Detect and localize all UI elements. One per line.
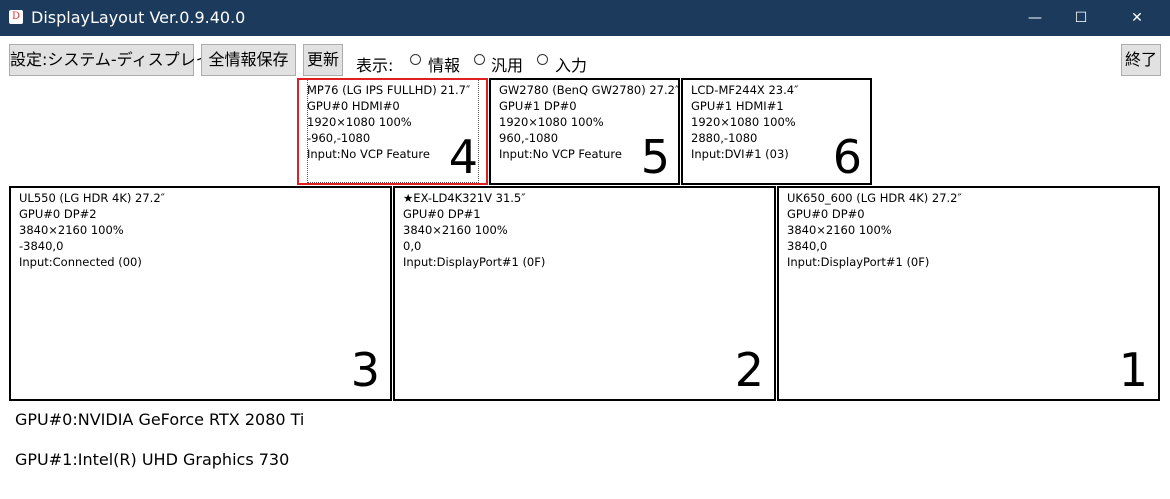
monitor-3[interactable]: UL550 (LG HDR 4K) 27.2″ GPU#0 DP#2 3840×… — [9, 186, 392, 401]
monitor-position: -3840,0 — [19, 239, 64, 253]
monitor-gpu: GPU#0 DP#1 — [403, 207, 481, 221]
window-title: DisplayLayout Ver.0.9.40.0 — [31, 8, 246, 27]
monitor-resolution: 1920×1080 100% — [307, 115, 412, 129]
monitor-4[interactable]: MP76 (LG IPS FULLHD) 21.7″ GPU#0 HDMI#0 … — [297, 78, 488, 185]
monitor-position: -960,-1080 — [307, 131, 371, 145]
save-all-button[interactable]: 全情報保存 — [201, 44, 296, 76]
radio-input-label[interactable]: 入力 — [555, 52, 587, 76]
monitor-resolution: 3840×2160 100% — [403, 223, 508, 237]
monitor-name: UL550 (LG HDR 4K) 27.2″ — [19, 191, 165, 205]
monitor-number: 3 — [350, 343, 380, 397]
monitor-name: LCD-MF244X 23.4″ — [691, 83, 799, 97]
monitor-name: MP76 (LG IPS FULLHD) 21.7″ — [307, 83, 471, 97]
monitor-number: 4 — [448, 130, 478, 184]
close-button[interactable]: ✕ — [1114, 0, 1160, 36]
app-icon: D — [9, 10, 23, 24]
radio-input[interactable] — [537, 54, 548, 65]
monitor-position: 0,0 — [403, 239, 422, 253]
monitor-gpu: GPU#0 HDMI#0 — [307, 99, 400, 113]
exit-button[interactable]: 終了 — [1121, 44, 1161, 76]
monitor-resolution: 1920×1080 100% — [691, 115, 796, 129]
gpu-info-0: GPU#0:NVIDIA GeForce RTX 2080 Ti — [15, 410, 305, 429]
radio-general-label[interactable]: 汎用 — [491, 52, 523, 76]
monitor-6[interactable]: LCD-MF244X 23.4″ GPU#1 HDMI#1 1920×1080 … — [681, 78, 872, 185]
monitor-number: 6 — [832, 130, 862, 184]
monitor-name: UK650_600 (LG HDR 4K) 27.2″ — [787, 191, 962, 205]
monitor-resolution: 1920×1080 100% — [499, 115, 604, 129]
monitor-name: ★EX-LD4K321V 31.5″ — [403, 191, 526, 205]
monitor-input: Input:No VCP Feature — [499, 147, 622, 161]
monitor-5[interactable]: GW2780 (BenQ GW2780) 27.2″ GPU#1 DP#0 19… — [489, 78, 680, 185]
monitor-input: Input:DisplayPort#1 (0F) — [787, 255, 930, 269]
monitor-gpu: GPU#1 HDMI#1 — [691, 99, 784, 113]
settings-display-button[interactable]: 設定:システム-ディスプレイ — [9, 44, 212, 76]
monitor-number: 1 — [1118, 343, 1148, 397]
minimize-button[interactable]: — — [1012, 0, 1058, 36]
title-bar: D DisplayLayout Ver.0.9.40.0 — ☐ ✕ — [0, 0, 1170, 36]
radio-info[interactable] — [410, 54, 421, 65]
monitor-position: 2880,-1080 — [691, 131, 758, 145]
monitor-position: 960,-1080 — [499, 131, 559, 145]
maximize-button[interactable]: ☐ — [1058, 0, 1104, 36]
monitor-gpu: GPU#1 DP#0 — [499, 99, 577, 113]
refresh-button[interactable]: 更新 — [303, 44, 343, 76]
monitor-input: Input:No VCP Feature — [307, 147, 430, 161]
monitor-resolution: 3840×2160 100% — [787, 223, 892, 237]
monitor-input: Input:Connected (00) — [19, 255, 142, 269]
radio-info-label[interactable]: 情報 — [428, 52, 460, 76]
monitor-resolution: 3840×2160 100% — [19, 223, 124, 237]
monitor-name: GW2780 (BenQ GW2780) 27.2″ — [499, 83, 680, 97]
radio-general[interactable] — [474, 54, 485, 65]
monitor-gpu: GPU#0 DP#0 — [787, 207, 865, 221]
monitor-position: 3840,0 — [787, 239, 828, 253]
monitor-2[interactable]: ★EX-LD4K321V 31.5″ GPU#0 DP#1 3840×2160 … — [393, 186, 776, 401]
display-mode-label: 表示: — [356, 56, 394, 75]
monitor-number: 2 — [734, 343, 764, 397]
monitor-input: Input:DVI#1 (03) — [691, 147, 789, 161]
monitor-input: Input:DisplayPort#1 (0F) — [403, 255, 546, 269]
monitor-1[interactable]: UK650_600 (LG HDR 4K) 27.2″ GPU#0 DP#0 3… — [777, 186, 1160, 401]
monitor-number: 5 — [640, 130, 670, 184]
monitor-gpu: GPU#0 DP#2 — [19, 207, 97, 221]
gpu-info-1: GPU#1:Intel(R) UHD Graphics 730 — [15, 450, 290, 469]
